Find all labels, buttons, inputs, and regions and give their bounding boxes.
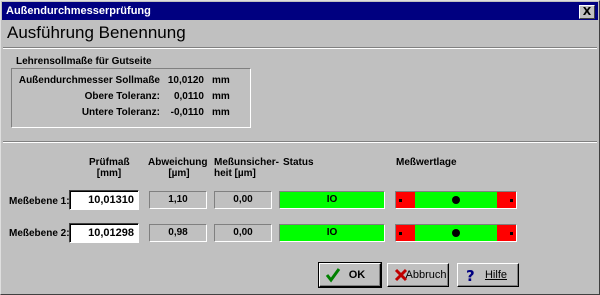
reference-unit: mm xyxy=(212,91,230,102)
close-button[interactable]: X xyxy=(579,5,595,19)
unsicherheit-value: 0,00 xyxy=(214,191,272,209)
status-indicator: IO xyxy=(279,191,385,209)
upper-tolerance-zone xyxy=(497,225,516,241)
reference-row-lower: Untere Toleranz: -0,0110 mm xyxy=(12,107,252,123)
column-header-label: Prüfmaß xyxy=(89,157,130,168)
lower-limit-marker xyxy=(399,232,402,235)
column-header-label: Meßunsicher- xyxy=(214,157,280,168)
measurement-position-gauge xyxy=(395,224,517,242)
ok-button[interactable]: OK xyxy=(318,262,382,288)
divider xyxy=(3,141,597,143)
pruefmass-input-1[interactable]: 10,01310 xyxy=(69,190,139,210)
reference-group: Außendurchmesser Sollmaße 10,0120 mm Obe… xyxy=(11,68,251,128)
title-bar: Außendurchmesserprüfung X xyxy=(2,2,598,20)
measurement-dot xyxy=(452,196,460,204)
help-button[interactable]: ? Hilfe xyxy=(457,263,519,287)
row-label: Meßebene 1: xyxy=(9,196,70,207)
abweichung-value: 0,98 xyxy=(149,224,207,242)
reference-value: 10,0120 xyxy=(167,75,204,86)
ok-button-label: OK xyxy=(348,269,366,281)
window-title: Außendurchmesserprüfung xyxy=(6,5,151,17)
reference-label: Untere Toleranz: xyxy=(81,107,160,118)
page-title: Ausführung Benennung xyxy=(7,23,186,42)
upper-limit-marker xyxy=(510,199,513,202)
cancel-button[interactable]: Abbruch xyxy=(387,263,449,287)
column-header-unit: [mm] xyxy=(96,168,122,179)
column-header-pruefmass: Prüfmaß [mm] xyxy=(89,157,130,179)
reference-row-upper: Obere Toleranz: 0,0110 mm xyxy=(12,91,252,107)
dialog-window: Außendurchmesserprüfung X Ausführung Ben… xyxy=(0,0,600,295)
reference-label: Obere Toleranz: xyxy=(84,91,160,102)
measurement-dot xyxy=(452,229,460,237)
reference-unit: mm xyxy=(212,75,230,86)
upper-limit-marker xyxy=(510,232,513,235)
reference-label: Außendurchmesser Sollmaße xyxy=(18,75,160,86)
column-header-messwertlage: Meßwertlage xyxy=(396,157,457,168)
abweichung-value: 1,10 xyxy=(149,191,207,209)
reference-unit: mm xyxy=(212,107,230,118)
column-header-label: heit [µm] xyxy=(214,168,256,179)
row-label: Meßebene 2: xyxy=(9,228,70,239)
measurement-position-gauge xyxy=(395,191,517,209)
column-header-unsicherheit: Meßunsicher- heit [µm] xyxy=(214,157,280,179)
column-header-label: Abweichung xyxy=(148,157,208,168)
reference-value: 0,0110 xyxy=(173,91,204,102)
status-indicator: IO xyxy=(279,224,385,242)
column-header-status: Status xyxy=(283,157,314,168)
help-button-label: Hilfe xyxy=(484,269,507,281)
lower-limit-marker xyxy=(399,199,402,202)
unsicherheit-value: 0,00 xyxy=(214,224,272,242)
cancel-button-label: Abbruch xyxy=(405,269,447,281)
reference-row-nominal: Außendurchmesser Sollmaße 10,0120 mm xyxy=(12,75,252,91)
reference-value: -0,0110 xyxy=(170,107,204,118)
column-header-abweichung: Abweichung [µm] xyxy=(148,157,210,179)
pruefmass-input-2[interactable]: 10,01298 xyxy=(69,223,139,243)
column-header-unit: [µm] xyxy=(168,168,190,179)
divider xyxy=(3,47,597,49)
reference-group-label: Lehrensollmaße für Gutseite xyxy=(16,56,152,67)
upper-tolerance-zone xyxy=(497,192,516,208)
